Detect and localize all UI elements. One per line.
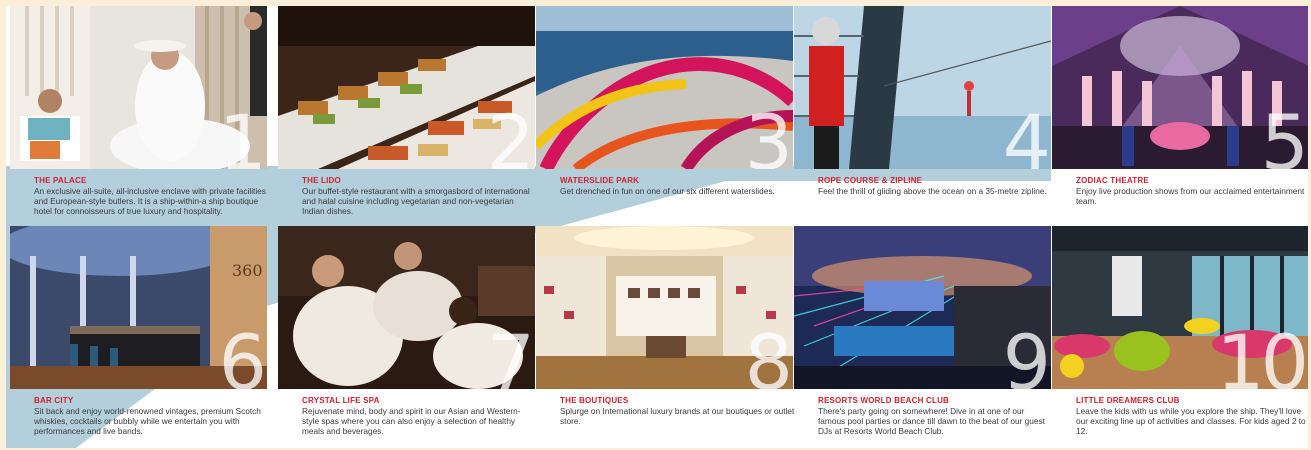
card-description: Leave the kids with us while you explore… bbox=[1076, 406, 1306, 436]
card-description: Get drenched in fun on one of our six di… bbox=[560, 186, 775, 196]
card-title: LITTLE DREAMERS CLUB bbox=[1076, 396, 1180, 405]
boutiques-photo: 8 bbox=[536, 226, 793, 389]
card-bar-city[interactable]: 360 6 BAR CITY Sit back and enjoy world-… bbox=[10, 226, 267, 436]
lido-photo: 2 bbox=[278, 6, 535, 169]
card-number: 2 bbox=[486, 98, 535, 170]
card-number: 10 bbox=[1216, 318, 1308, 390]
card-description: Splurge on International luxury brands a… bbox=[560, 406, 795, 426]
card-number: 9 bbox=[1002, 318, 1051, 390]
waterslide-photo: 3 bbox=[536, 6, 793, 169]
card-title: THE BOUTIQUES bbox=[560, 396, 629, 405]
card-title: THE PALACE bbox=[34, 176, 87, 185]
card-description: An exclusive all-suite, all-inclusive en… bbox=[34, 186, 266, 216]
zipline-photo: 4 bbox=[794, 6, 1051, 169]
card-waterslide-park[interactable]: 3 WATERSLIDE PARK Get drenched in fun on… bbox=[536, 6, 793, 196]
spa-photo: 7 bbox=[278, 226, 535, 389]
theatre-photo: 5 bbox=[1052, 6, 1308, 169]
card-description: Rejuvenate mind, body and spirit in our … bbox=[302, 406, 521, 436]
palace-photo: 1 bbox=[10, 6, 267, 169]
brochure-page: 1 THE PALACE An exclusive all-suite, all… bbox=[6, 6, 1308, 448]
card-number: 8 bbox=[744, 318, 793, 390]
card-the-palace[interactable]: 1 THE PALACE An exclusive all-suite, all… bbox=[10, 6, 267, 216]
card-number: 4 bbox=[1002, 98, 1051, 170]
card-the-lido[interactable]: 2 THE LIDO Our buffet-style restaurant w… bbox=[278, 6, 535, 216]
card-title: ROPE COURSE & ZIPLINE bbox=[818, 176, 923, 185]
svg-text:360: 360 bbox=[232, 261, 263, 280]
card-the-boutiques[interactable]: 8 THE BOUTIQUES Splurge on International… bbox=[536, 226, 795, 426]
card-title: WATERSLIDE PARK bbox=[560, 176, 640, 185]
card-crystal-life-spa[interactable]: 7 CRYSTAL LIFE SPA Rejuvenate mind, body… bbox=[278, 226, 535, 436]
card-title: THE LIDO bbox=[302, 176, 341, 185]
dreamers-club-photo: 10 bbox=[1052, 226, 1308, 389]
card-number: 1 bbox=[218, 98, 267, 170]
card-resorts-world-beach-club[interactable]: 9 RESORTS WORLD BEACH CLUB There's party… bbox=[794, 226, 1051, 436]
card-description: Feel the thrill of gliding above the oce… bbox=[818, 186, 1047, 196]
card-title: ZODIAC THEATRE bbox=[1076, 176, 1149, 185]
card-little-dreamers-club[interactable]: 10 LITTLE DREAMERS CLUB Leave the kids w… bbox=[1052, 226, 1308, 436]
card-title: RESORTS WORLD BEACH CLUB bbox=[818, 396, 950, 405]
card-rope-course-zipline[interactable]: 4 ROPE COURSE & ZIPLINE Feel the thrill … bbox=[794, 6, 1051, 196]
card-description: There's party going on somewhere! Dive i… bbox=[818, 406, 1045, 436]
beach-club-photo: 9 bbox=[794, 226, 1051, 389]
card-description: Sit back and enjoy world-renowned vintag… bbox=[34, 406, 261, 436]
card-number: 3 bbox=[744, 98, 793, 170]
card-description: Enjoy live production shows from our acc… bbox=[1076, 186, 1305, 206]
card-title: BAR CITY bbox=[34, 396, 74, 405]
card-title: CRYSTAL LIFE SPA bbox=[302, 396, 380, 405]
bar-city-photo: 360 6 bbox=[10, 226, 267, 389]
card-description: Our buffet-style restaurant with a smorg… bbox=[302, 186, 530, 216]
card-zodiac-theatre[interactable]: 5 ZODIAC THEATRE Enjoy live production s… bbox=[1052, 6, 1308, 206]
card-number: 5 bbox=[1260, 98, 1308, 170]
card-number: 7 bbox=[486, 318, 535, 390]
card-number: 6 bbox=[218, 318, 267, 390]
